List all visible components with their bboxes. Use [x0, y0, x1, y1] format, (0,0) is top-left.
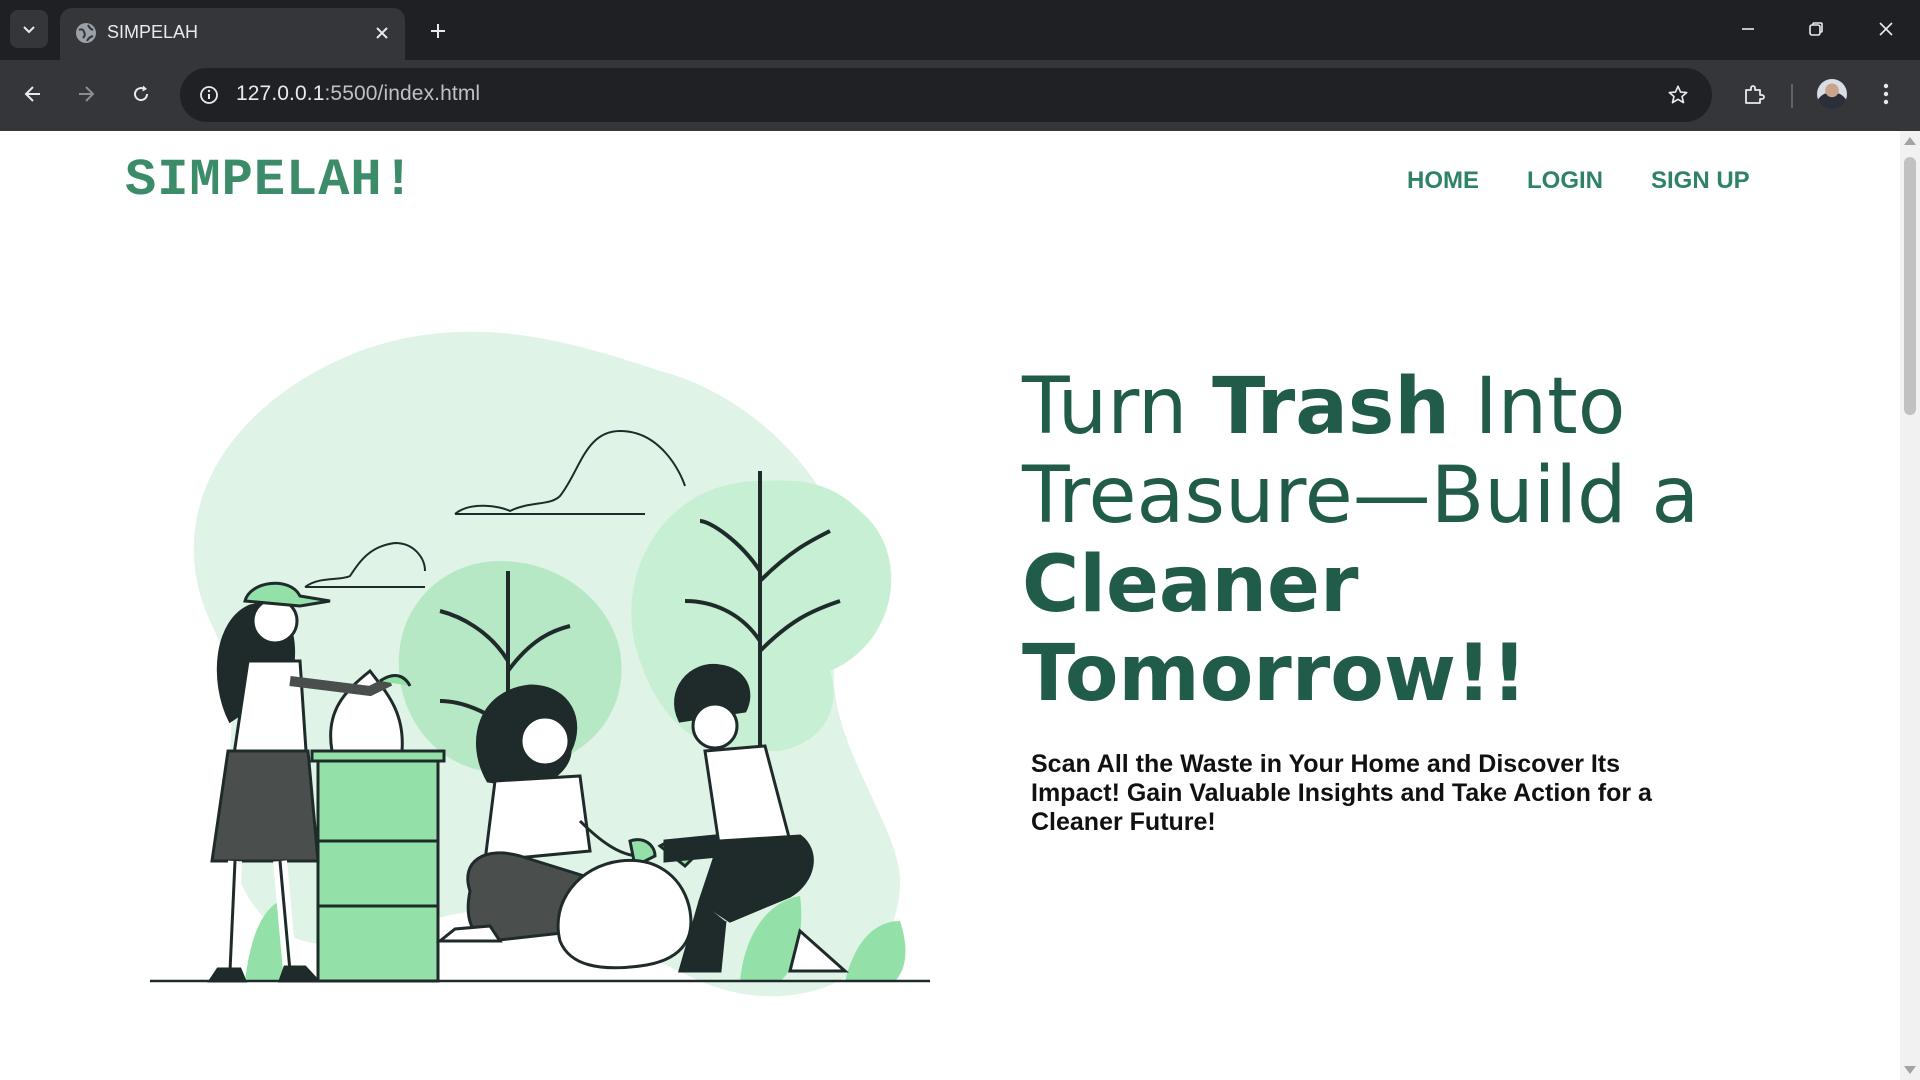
nav-sign-up[interactable]: SIGN UP	[1651, 167, 1750, 195]
restore-icon	[1809, 22, 1823, 36]
url-path: :5500/index.html	[324, 82, 481, 105]
plus-icon	[431, 24, 445, 38]
profile-avatar	[1817, 79, 1847, 109]
forward-arrow-icon	[79, 86, 95, 102]
chevron-down-icon	[23, 26, 35, 34]
window-close-icon	[1879, 22, 1893, 36]
bookmark-button[interactable]	[1662, 79, 1694, 111]
forward-button[interactable]	[64, 72, 108, 116]
reload-icon	[134, 85, 149, 102]
minimize-button[interactable]	[1720, 6, 1776, 52]
scrollbar-thumb[interactable]	[1904, 157, 1916, 415]
profile-button[interactable]	[1810, 72, 1854, 116]
site-info-button[interactable]	[192, 78, 226, 112]
globe-icon	[76, 23, 96, 43]
restore-button[interactable]	[1788, 6, 1844, 52]
address-bar[interactable]: 127.0.0.1:5500/index.html	[180, 68, 1712, 122]
browser-tab[interactable]: SIMPELAH	[60, 8, 405, 60]
close-window-button[interactable]	[1858, 6, 1914, 52]
site-info-icon	[200, 86, 218, 104]
page-viewport: SIMPELAH! HOME LOGIN SIGN UP Turn Trash …	[0, 131, 1920, 1080]
back-arrow-icon	[24, 86, 40, 102]
close-icon	[376, 27, 388, 39]
trash-barrel	[310, 749, 446, 983]
url-host: 127.0.0.1	[236, 82, 325, 105]
minimize-icon	[1742, 28, 1754, 30]
nav-login[interactable]: LOGIN	[1527, 167, 1603, 195]
scroll-down-arrow[interactable]	[1904, 1066, 1916, 1074]
page-scrollbar[interactable]	[1900, 131, 1920, 1080]
menu-button[interactable]	[1864, 72, 1908, 116]
tab-close-button[interactable]	[367, 18, 397, 48]
nav-home[interactable]: HOME	[1407, 167, 1479, 195]
star-icon	[1668, 85, 1688, 104]
toolbar-separator	[1791, 84, 1793, 108]
site-logo[interactable]: SIMPELAH!	[125, 151, 415, 210]
browser-toolbar: 127.0.0.1:5500/index.html	[0, 60, 1920, 131]
extensions-icon	[1745, 85, 1765, 104]
tab-search-button[interactable]	[10, 10, 48, 48]
scroll-up-arrow[interactable]	[1904, 137, 1916, 145]
hero-headline: Turn Trash Into Treasure—Build a Cleaner…	[1022, 363, 1742, 719]
back-button[interactable]	[11, 72, 55, 116]
hero-subtext: Scan All the Waste in Your Home and Disc…	[1031, 750, 1652, 836]
tab-title: SIMPELAH	[107, 22, 199, 42]
reload-button[interactable]	[119, 72, 163, 116]
headline-cleaner: Cleaner Tomorrow!!	[1022, 540, 1528, 719]
browser-tab-strip: SIMPELAH	[0, 0, 1920, 60]
headline-trash: Trash	[1212, 362, 1450, 452]
url-text: 127.0.0.1:5500/index.html	[236, 82, 480, 106]
headline-turn: Turn	[1022, 362, 1213, 452]
extensions-button[interactable]	[1732, 72, 1776, 116]
hero-illustration	[150, 331, 930, 997]
new-tab-button[interactable]	[420, 13, 456, 49]
more-vert-icon	[1883, 83, 1889, 105]
